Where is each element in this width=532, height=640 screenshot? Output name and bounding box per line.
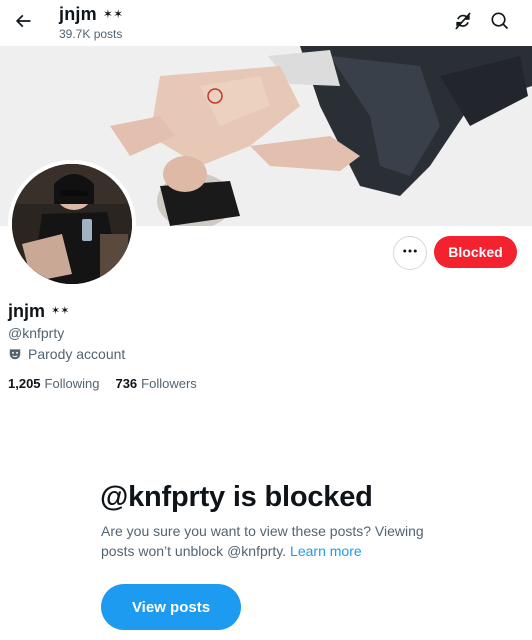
avatar-photo (12, 164, 132, 284)
followers-count: 736 (115, 376, 138, 391)
avatar[interactable] (8, 160, 136, 288)
blocked-description-text: Are you sure you want to view these post… (101, 523, 424, 559)
header-name-emoji: ✶✶ (102, 7, 124, 21)
parody-text: Parody account (28, 346, 126, 362)
blocked-description: Are you sure you want to view these post… (101, 521, 431, 561)
following-count: 1,205 (8, 376, 41, 391)
parody-label: Parody account (8, 346, 125, 362)
search-button[interactable] (483, 6, 517, 40)
mask-icon (8, 347, 22, 361)
blocked-button[interactable]: Blocked (434, 236, 517, 268)
blocked-title: @knfprty is blocked (100, 481, 373, 513)
header-title: jnjm ✶✶ (59, 4, 123, 25)
profile-display-name: jnjm (8, 301, 46, 321)
profile-name: jnjm ✶✶ (8, 301, 69, 322)
arrow-left-icon (13, 11, 33, 36)
profile-name-emoji: ✶✶ (51, 305, 70, 317)
following-label: Following (44, 376, 100, 391)
header-display-name: jnjm (59, 4, 97, 24)
followers-link[interactable]: 736 Followers (115, 376, 196, 391)
view-posts-button[interactable]: View posts (101, 584, 241, 630)
more-button[interactable] (393, 236, 427, 270)
follow-stats: 1,205 Following 736 Followers (8, 376, 213, 391)
more-horizontal-icon (401, 242, 419, 265)
sync-button[interactable] (446, 6, 480, 40)
sync-off-icon (453, 11, 473, 36)
following-link[interactable]: 1,205 Following (8, 376, 99, 391)
search-icon (490, 11, 510, 36)
learn-more-link[interactable]: Learn more (290, 543, 362, 559)
profile-handle: @knfprty (8, 325, 65, 341)
top-bar: jnjm ✶✶ 39.7K posts (0, 0, 532, 46)
followers-label: Followers (141, 376, 197, 391)
header-post-count: 39.7K posts (59, 27, 123, 41)
back-button[interactable] (6, 6, 40, 40)
